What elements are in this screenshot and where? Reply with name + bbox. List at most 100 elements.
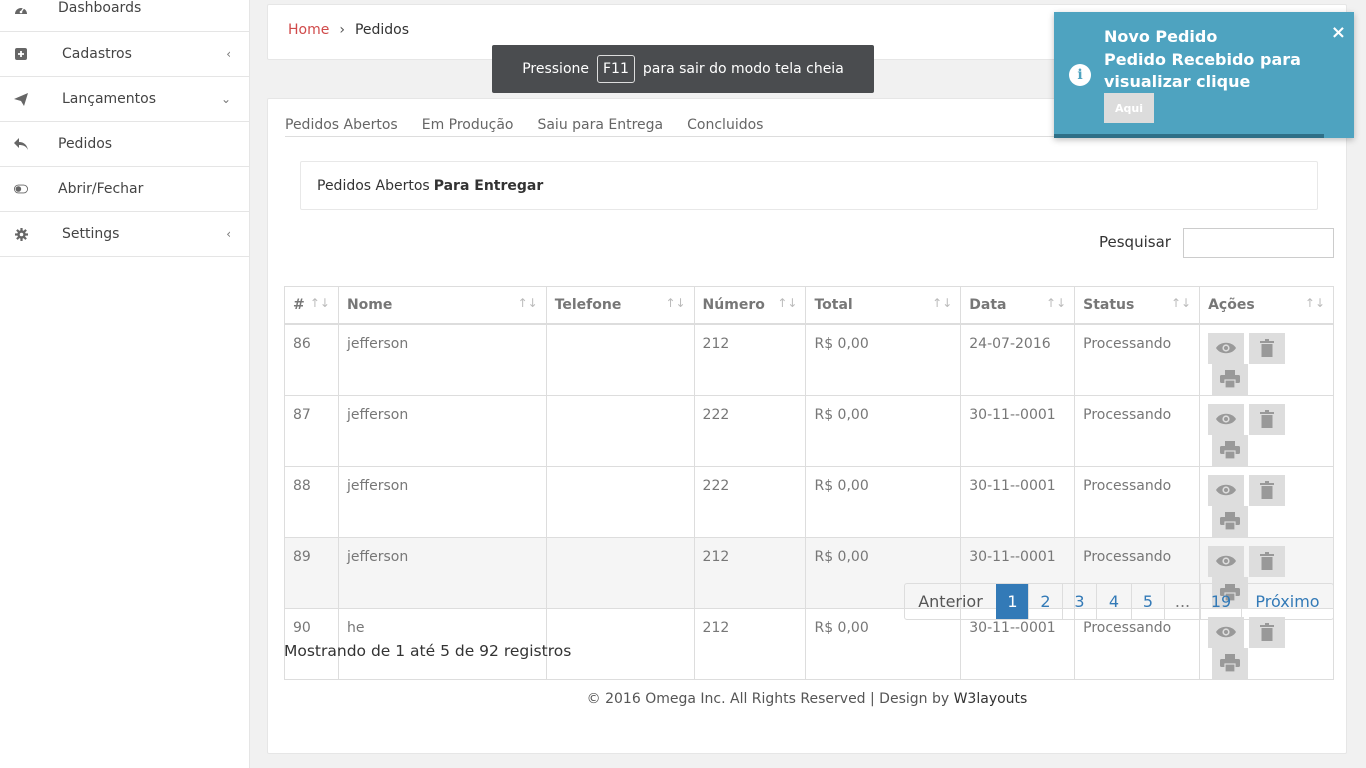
- pagination-page-2[interactable]: 2: [1028, 584, 1062, 619]
- breadcrumb-home-link[interactable]: Home: [288, 22, 329, 38]
- sort-icon: ↑↓: [517, 296, 538, 310]
- search-input[interactable]: [1183, 228, 1334, 258]
- toast-view-button[interactable]: Aqui: [1104, 93, 1154, 123]
- printer-icon: [1220, 370, 1241, 388]
- column-header-total[interactable]: Total ↑↓: [805, 286, 962, 325]
- print-button[interactable]: [1212, 505, 1249, 537]
- cell-data: 30-11--0001: [960, 394, 1076, 467]
- footer-brand-link[interactable]: W3layouts: [954, 691, 1028, 707]
- pagination: Anterior 1 2 3 4 5 ... 19 Próximo: [904, 583, 1334, 620]
- delete-button[interactable]: [1249, 332, 1286, 364]
- cell-id: 87: [284, 394, 339, 467]
- cell-nome: jefferson: [337, 536, 547, 609]
- sidebar-item-lancamentos[interactable]: Lançamentos ⌄: [0, 77, 249, 122]
- sort-icon: ↑↓: [309, 296, 330, 310]
- delete-button[interactable]: [1249, 474, 1286, 506]
- column-header-status[interactable]: Status ↑↓: [1074, 286, 1201, 325]
- print-button[interactable]: [1212, 363, 1249, 395]
- close-icon[interactable]: ×: [1331, 22, 1346, 43]
- sidebar-item-pedidos[interactable]: Pedidos: [0, 122, 249, 167]
- cell-data: 30-11--0001: [960, 465, 1076, 538]
- pagination-page-19[interactable]: 19: [1200, 584, 1241, 619]
- view-button[interactable]: [1208, 616, 1245, 648]
- pagination-page-3[interactable]: 3: [1062, 584, 1096, 619]
- print-button[interactable]: [1212, 647, 1249, 679]
- sidebar-item-dashboards[interactable]: Dashboards: [0, 0, 249, 32]
- column-header-id[interactable]: # ↑↓: [284, 286, 339, 325]
- column-header-telefone[interactable]: Telefone ↑↓: [545, 286, 695, 325]
- tab-concluidos[interactable]: Concluidos: [687, 117, 763, 137]
- cell-nome: jefferson: [337, 465, 547, 538]
- sidebar-item-label: Cadastros: [62, 46, 132, 62]
- column-header-acoes[interactable]: Ações ↑↓: [1199, 286, 1334, 325]
- view-button[interactable]: [1208, 545, 1245, 577]
- cell-id: 86: [284, 323, 339, 396]
- delete-button[interactable]: [1249, 403, 1286, 435]
- cell-actions: [1199, 465, 1334, 538]
- breadcrumb-separator: ›: [339, 22, 345, 38]
- column-header-nome[interactable]: Nome ↑↓: [337, 286, 547, 325]
- chevron-left-icon: ‹: [226, 47, 231, 61]
- cell-status: Processando: [1074, 465, 1201, 538]
- trash-icon: [1260, 339, 1275, 357]
- pagination-page-5[interactable]: 5: [1131, 584, 1164, 619]
- sidebar-item-abrir-fechar[interactable]: Abrir/Fechar: [0, 167, 249, 212]
- column-header-data[interactable]: Data ↑↓: [960, 286, 1076, 325]
- view-button[interactable]: [1208, 474, 1245, 506]
- cell-id: 89: [284, 536, 339, 609]
- cell-total: R$ 0,00: [805, 465, 962, 538]
- gear-icon: [14, 227, 28, 241]
- cell-actions: [1199, 323, 1334, 396]
- tab-pedidos-abertos[interactable]: Pedidos Abertos: [285, 117, 398, 137]
- trash-icon: [1260, 481, 1275, 499]
- print-button[interactable]: [1212, 434, 1249, 466]
- cell-data: 24-07-2016: [960, 323, 1076, 396]
- cell-numero: 222: [693, 394, 807, 467]
- eye-icon: [1216, 413, 1237, 425]
- sidebar-item-label: Dashboards: [58, 0, 142, 16]
- info-icon: i: [1069, 64, 1091, 86]
- pagination-page-4[interactable]: 4: [1096, 584, 1131, 619]
- table-row: 86 jefferson 212 R$ 0,00 24-07-2016 Proc…: [284, 323, 1334, 396]
- eye-icon: [1216, 555, 1237, 567]
- fullscreen-hint-after: para sair do modo tela cheia: [642, 61, 844, 77]
- tab-saiu-para-entrega[interactable]: Saiu para Entrega: [537, 117, 663, 137]
- sidebar-item-label: Pedidos: [58, 136, 113, 152]
- sidebar-item-settings[interactable]: Settings ‹: [0, 212, 249, 257]
- table-header-row: # ↑↓ Nome ↑↓ Telefone ↑↓ Número ↑↓ Total ↑↓ D…: [284, 286, 1334, 325]
- printer-icon: [1220, 512, 1241, 530]
- paper-plane-icon: [14, 92, 28, 106]
- sort-icon: ↑↓: [1046, 296, 1067, 310]
- table-row: 87 jefferson 222 R$ 0,00 30-11--0001 Pro…: [284, 394, 1334, 467]
- delete-button[interactable]: [1249, 545, 1286, 577]
- pagination-next[interactable]: Próximo: [1241, 584, 1333, 619]
- cell-numero: 212: [693, 607, 807, 680]
- sidebar-item-cadastros[interactable]: Cadastros ‹: [0, 32, 249, 77]
- sidebar-item-label: Abrir/Fechar: [58, 181, 144, 197]
- sidebar: Dashboards Cadastros ‹ Lançamentos ⌄ Ped…: [0, 0, 250, 768]
- plus-square-icon: [14, 47, 28, 61]
- pagination-page-1[interactable]: 1: [996, 584, 1028, 619]
- breadcrumb-current: Pedidos: [354, 22, 410, 38]
- tab-em-producao[interactable]: Em Produção: [422, 117, 514, 137]
- eye-icon: [1216, 484, 1237, 496]
- new-order-toast[interactable]: i Novo Pedido Pedido Recebido para visua…: [1054, 12, 1354, 138]
- cell-id: 88: [284, 465, 339, 538]
- chevron-left-icon: ‹: [226, 227, 231, 241]
- search-label: Pesquisar: [1099, 233, 1171, 251]
- delete-button[interactable]: [1249, 616, 1286, 648]
- sidebar-item-label: Settings: [62, 226, 120, 242]
- sort-icon: ↑↓: [777, 296, 798, 310]
- view-button[interactable]: [1208, 403, 1245, 435]
- section-heading-text: Pedidos Abertos: [317, 177, 430, 194]
- cell-nome: jefferson: [337, 323, 547, 396]
- view-button[interactable]: [1208, 332, 1245, 364]
- column-header-numero[interactable]: Número ↑↓: [693, 286, 807, 325]
- printer-icon: [1220, 654, 1241, 672]
- sort-icon: ↑↓: [932, 296, 953, 310]
- cell-telefone: [545, 536, 695, 609]
- orders-panel: Pedidos Abertos Em Produção Saiu para En…: [267, 98, 1347, 754]
- reply-icon: [14, 137, 28, 151]
- pagination-prev[interactable]: Anterior: [905, 584, 996, 619]
- cell-telefone: [545, 323, 695, 396]
